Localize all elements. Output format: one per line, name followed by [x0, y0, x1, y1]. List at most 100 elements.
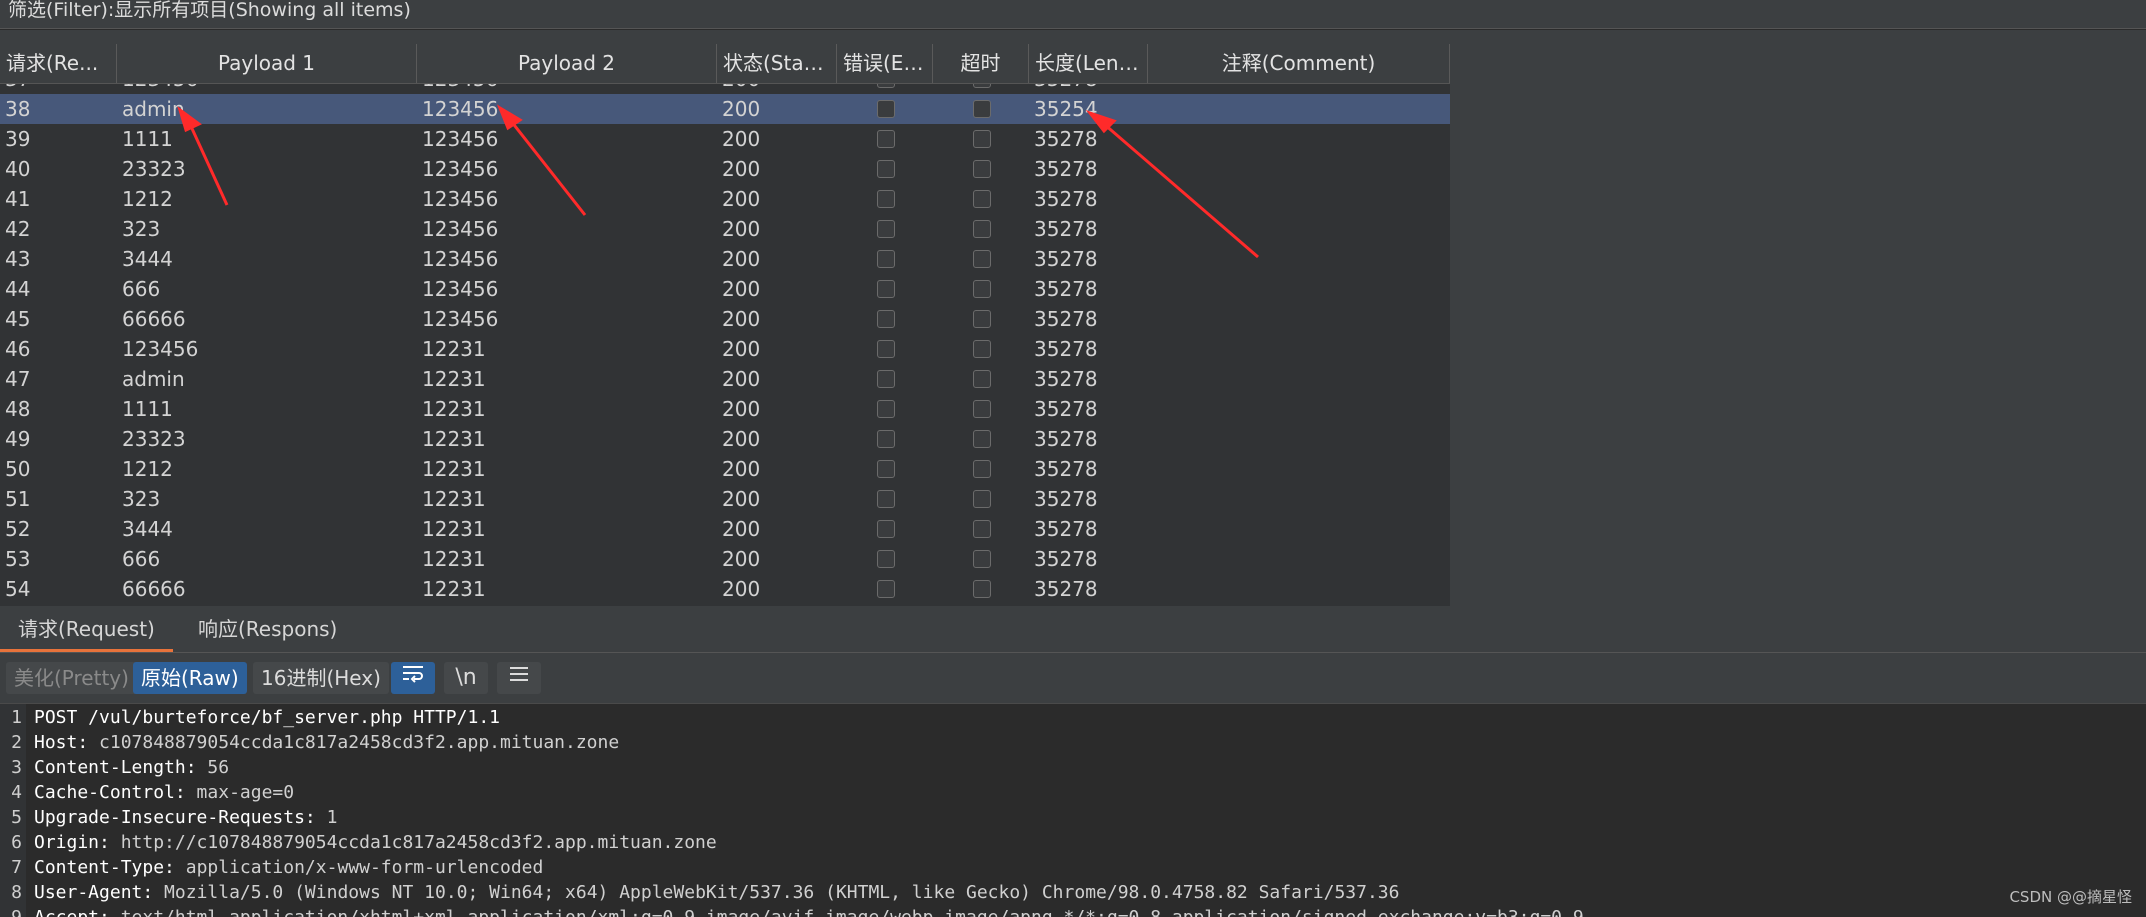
tab-request[interactable]: 请求(Request)	[0, 606, 173, 652]
table-row[interactable]: 52 3444 12231 200 35278	[0, 514, 1450, 544]
code-text: Content-Length: 56	[34, 755, 229, 780]
raw-request-editor[interactable]: 1 POST /vul/burteforce/bf_server.php HTTP…	[0, 704, 2146, 917]
filter-bar[interactable]: 筛选(Filter):显示所有项目(Showing all items)	[0, 0, 2146, 29]
table-row[interactable]: 47 admin 12231 200 35278	[0, 364, 1450, 394]
error-checkbox[interactable]	[877, 460, 895, 478]
timeout-checkbox[interactable]	[973, 280, 991, 298]
hamburger-menu-icon[interactable]	[497, 662, 541, 694]
table-row[interactable]: 44 666 123456 200 35278	[0, 274, 1450, 304]
table-row[interactable]: 42 323 123456 200 35278	[0, 214, 1450, 244]
timeout-checkbox[interactable]	[973, 400, 991, 418]
cell-request: 37	[5, 84, 30, 94]
timeout-checkbox[interactable]	[973, 160, 991, 178]
error-checkbox[interactable]	[877, 580, 895, 598]
line-number: 5	[11, 807, 22, 828]
timeout-checkbox[interactable]	[973, 550, 991, 568]
pretty-button[interactable]: 美化(Pretty)	[6, 662, 137, 694]
cell-payload1: 1111	[122, 397, 173, 421]
table-row[interactable]: 46 123456 12231 200 35278	[0, 334, 1450, 364]
table-row[interactable]: 39 1111 123456 200 35278	[0, 124, 1450, 154]
timeout-checkbox[interactable]	[973, 430, 991, 448]
filter-text: 筛选(Filter):显示所有项目(Showing all items)	[8, 0, 411, 21]
cell-length: 35278	[1034, 337, 1098, 361]
table-row[interactable]: 40 23323 123456 200 35278	[0, 154, 1450, 184]
timeout-checkbox[interactable]	[973, 370, 991, 388]
error-checkbox[interactable]	[877, 340, 895, 358]
timeout-checkbox[interactable]	[973, 130, 991, 148]
cell-payload2: 123456	[422, 247, 499, 271]
timeout-checkbox[interactable]	[973, 100, 991, 118]
cell-status: 200	[722, 457, 761, 481]
show-newlines-button[interactable]: \n	[444, 662, 488, 694]
timeout-checkbox[interactable]	[973, 84, 991, 88]
error-checkbox[interactable]	[877, 280, 895, 298]
error-checkbox[interactable]	[877, 100, 895, 118]
wrap-lines-icon[interactable]	[391, 662, 435, 694]
error-checkbox[interactable]	[877, 84, 895, 88]
table-row[interactable]: 53 666 12231 200 35278	[0, 544, 1450, 574]
raw-button[interactable]: 原始(Raw)	[133, 662, 247, 694]
table-row[interactable]: 45 66666 123456 200 35278	[0, 304, 1450, 334]
error-checkbox[interactable]	[877, 220, 895, 238]
timeout-checkbox[interactable]	[973, 220, 991, 238]
column-header-request[interactable]: 请求(Re...	[0, 44, 117, 83]
cell-payload2: 12231	[422, 367, 486, 391]
table-row[interactable]: 49 23323 12231 200 35278	[0, 424, 1450, 454]
cell-request: 46	[5, 337, 31, 361]
cell-request: 54	[5, 577, 31, 601]
column-header-timeout[interactable]: 超时	[933, 44, 1029, 83]
cell-request: 49	[5, 427, 31, 451]
column-header-length[interactable]: 长度(Leng...	[1029, 44, 1148, 83]
watermark: CSDN @@摘星怪	[2009, 888, 2132, 906]
error-checkbox[interactable]	[877, 310, 895, 328]
table-row[interactable]: 48 1111 12231 200 35278	[0, 394, 1450, 424]
timeout-checkbox[interactable]	[973, 310, 991, 328]
cell-length: 35278	[1034, 367, 1098, 391]
cell-request: 42	[5, 217, 31, 241]
error-checkbox[interactable]	[877, 250, 895, 268]
table-row[interactable]: 51 323 12231 200 35278	[0, 484, 1450, 514]
table-row[interactable]: 54 66666 12231 200 35278	[0, 574, 1450, 604]
timeout-checkbox[interactable]	[973, 520, 991, 538]
error-checkbox[interactable]	[877, 190, 895, 208]
cell-status: 200	[722, 487, 761, 511]
error-checkbox[interactable]	[877, 430, 895, 448]
tab-response[interactable]: 响应(Respons)	[180, 606, 355, 652]
request-response-tabs: 请求(Request) 响应(Respons)	[0, 606, 2146, 653]
hex-button[interactable]: 16进制(Hex)	[253, 662, 389, 694]
table-row[interactable]: 43 3444 123456 200 35278	[0, 244, 1450, 274]
error-checkbox[interactable]	[877, 520, 895, 538]
cell-length: 35278	[1034, 217, 1098, 241]
results-table[interactable]: 请求(Re... Payload 1 Payload 2 状态(Statu...…	[0, 44, 1450, 606]
cell-status: 200	[722, 217, 761, 241]
column-header-comment[interactable]: 注释(Comment)	[1148, 44, 1450, 83]
timeout-checkbox[interactable]	[973, 190, 991, 208]
cell-request: 52	[5, 517, 31, 541]
error-checkbox[interactable]	[877, 400, 895, 418]
column-header-payload2[interactable]: Payload 2	[417, 44, 717, 83]
error-checkbox[interactable]	[877, 550, 895, 568]
error-checkbox[interactable]	[877, 130, 895, 148]
timeout-checkbox[interactable]	[973, 490, 991, 508]
error-checkbox[interactable]	[877, 370, 895, 388]
column-header-status[interactable]: 状态(Statu...	[717, 44, 837, 83]
error-checkbox[interactable]	[877, 160, 895, 178]
timeout-checkbox[interactable]	[973, 580, 991, 598]
table-row[interactable]: 41 1212 123456 200 35278	[0, 184, 1450, 214]
cell-payload1: admin	[122, 367, 185, 391]
header-value: Mozilla/5.0 (Windows NT 10.0; Win64; x64…	[153, 882, 1400, 903]
cell-status: 200	[722, 517, 761, 541]
table-row[interactable]: 38 admin 123456 200 35254	[0, 94, 1450, 124]
cell-payload1: 323	[122, 487, 161, 511]
table-row[interactable]: 50 1212 12231 200 35278	[0, 454, 1450, 484]
cell-payload2: 123456	[422, 307, 499, 331]
timeout-checkbox[interactable]	[973, 460, 991, 478]
cell-status: 200	[722, 97, 761, 121]
table-row[interactable]: 37 123456 123456 200 35278	[0, 84, 1450, 94]
code-text: User-Agent: Mozilla/5.0 (Windows NT 10.0…	[34, 880, 1399, 905]
column-header-payload1[interactable]: Payload 1	[117, 44, 417, 83]
column-header-error[interactable]: 错误(Err...	[837, 44, 933, 83]
error-checkbox[interactable]	[877, 490, 895, 508]
timeout-checkbox[interactable]	[973, 250, 991, 268]
timeout-checkbox[interactable]	[973, 340, 991, 358]
